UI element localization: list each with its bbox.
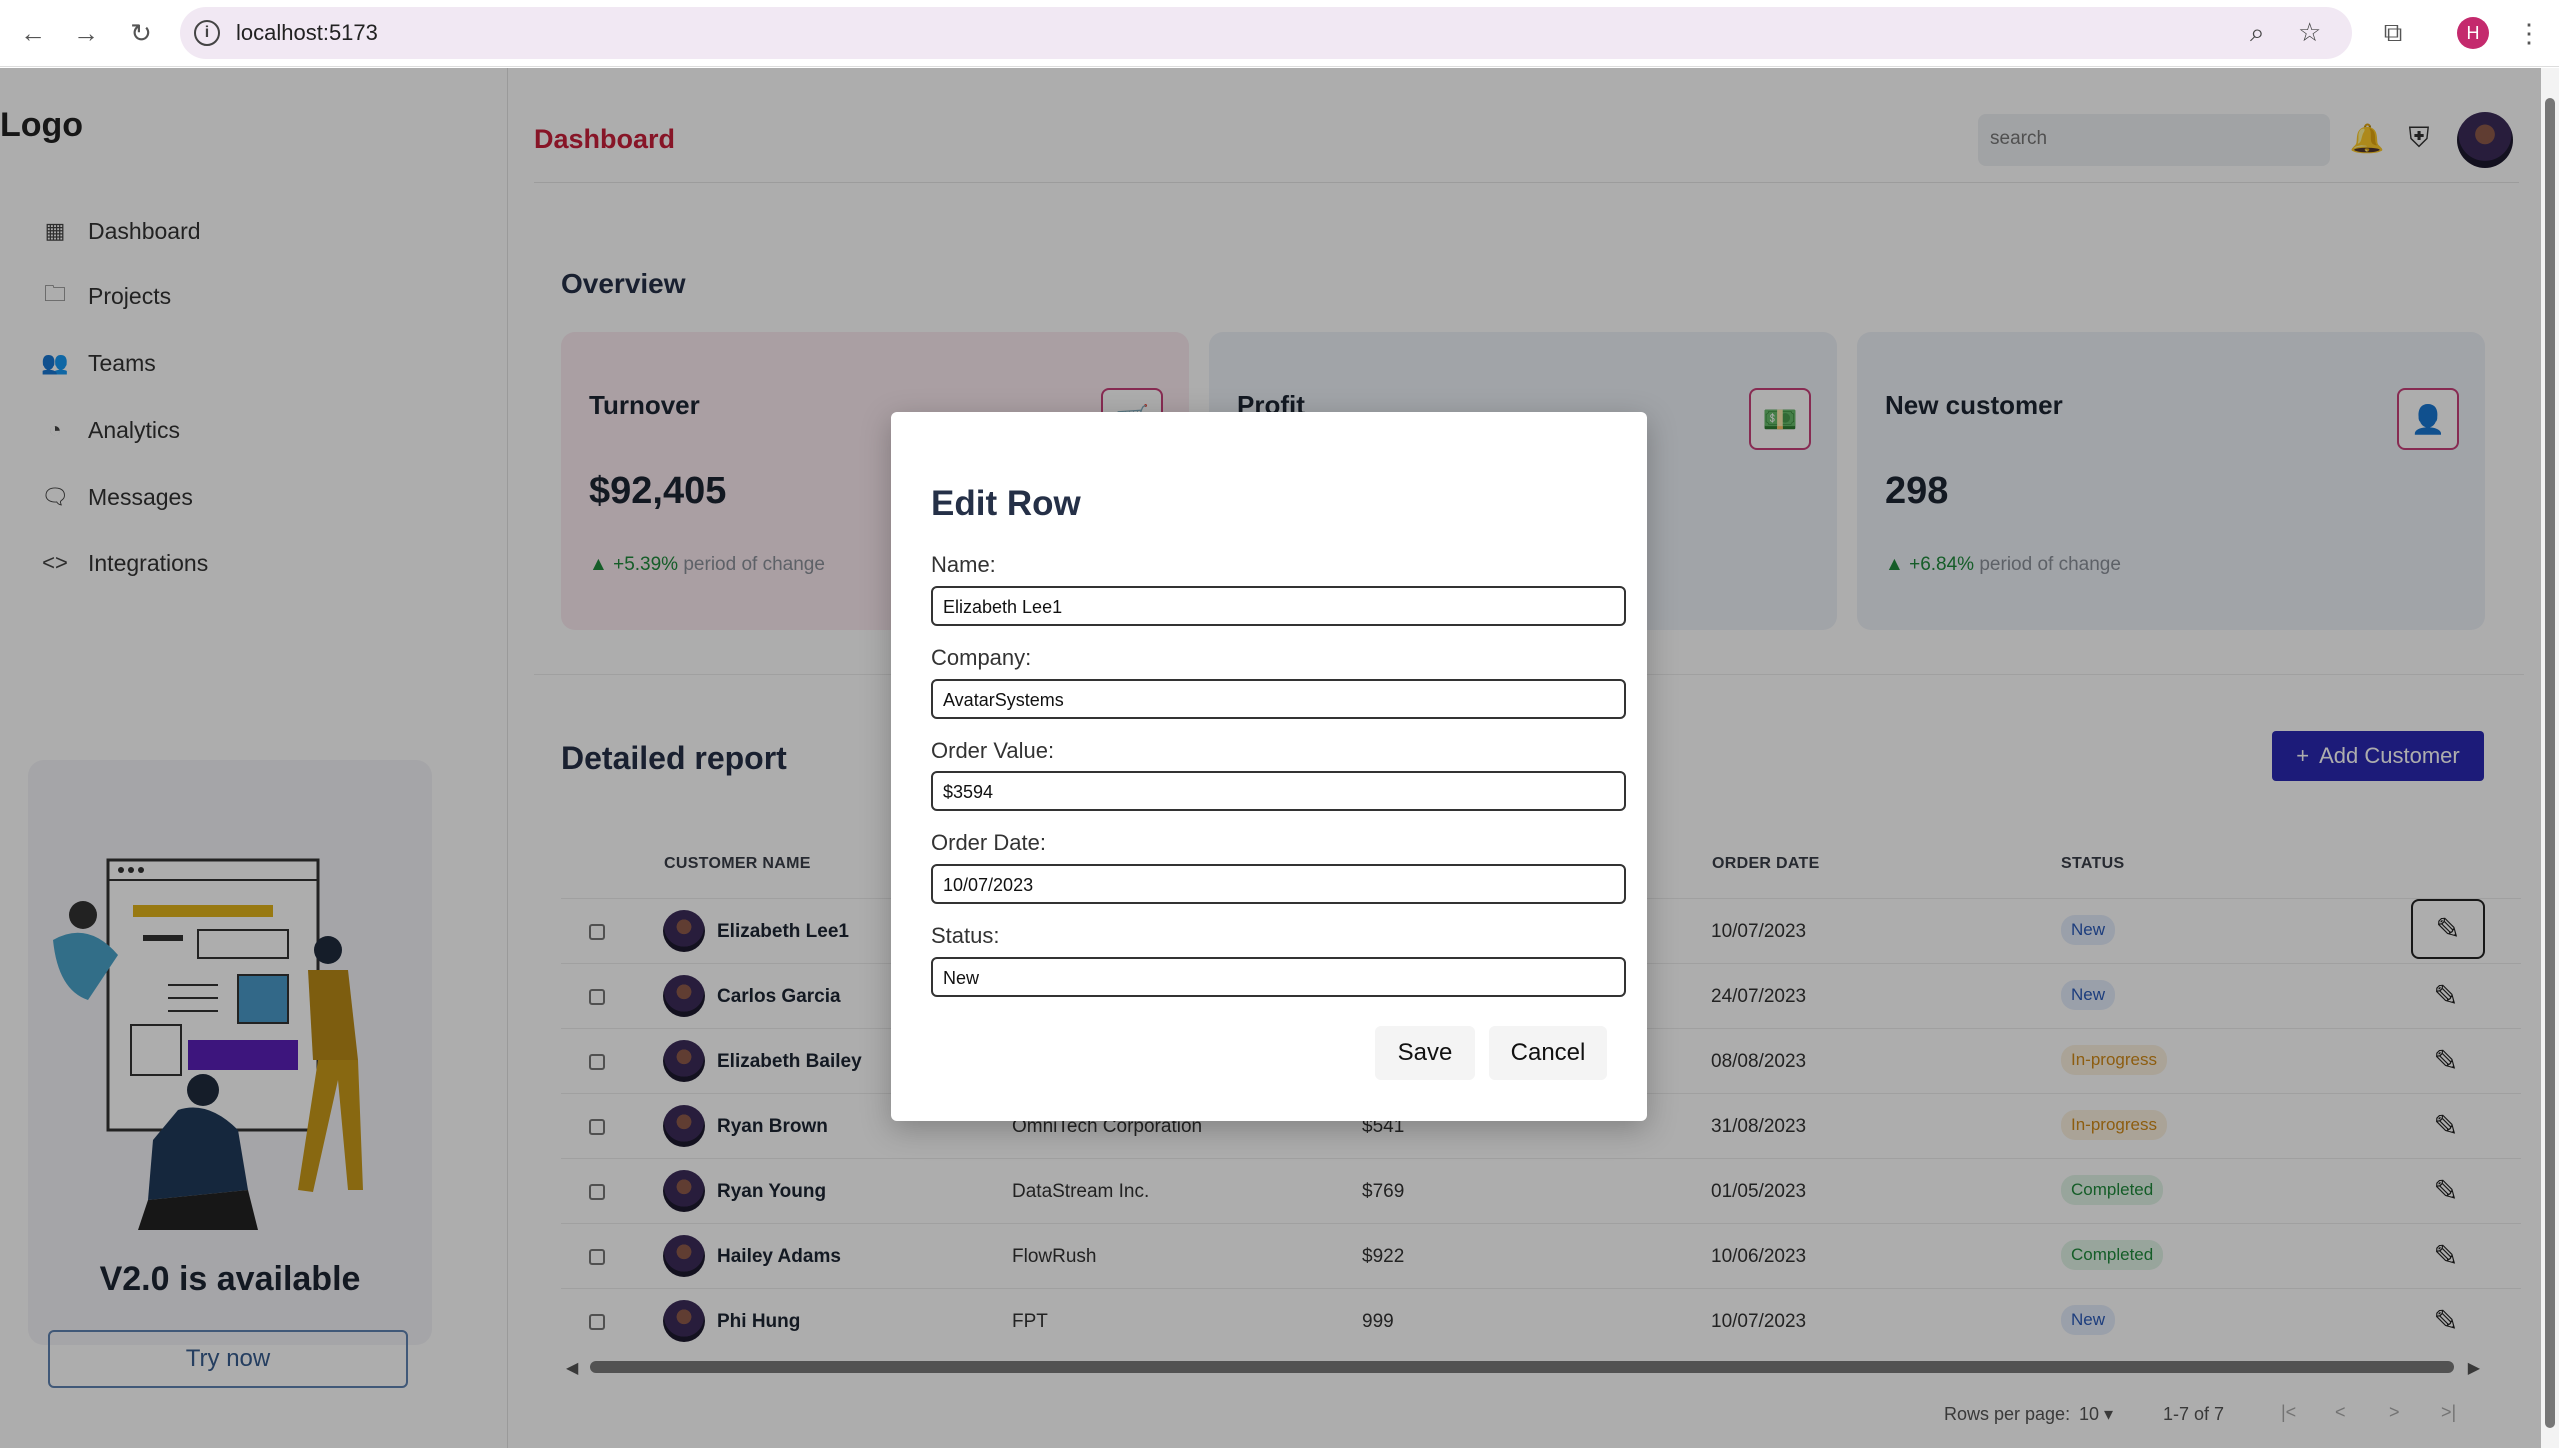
forward-icon[interactable]: → <box>67 14 105 52</box>
scrollbar-thumb[interactable] <box>2545 98 2555 1428</box>
name-label: Name: <box>931 552 996 577</box>
order-date-label: Order Date: <box>931 830 1046 855</box>
dialog-title: Edit Row <box>931 484 1081 523</box>
name-field[interactable]: Elizabeth Lee1 <box>931 586 1626 626</box>
site-info-icon[interactable]: i <box>194 20 220 46</box>
order-date-field[interactable]: 10/07/2023 <box>931 864 1626 904</box>
back-icon[interactable]: ← <box>14 14 52 52</box>
url-text[interactable]: localhost:5173 <box>236 20 378 46</box>
cancel-button[interactable]: Cancel <box>1489 1026 1607 1080</box>
save-button[interactable]: Save <box>1375 1026 1475 1080</box>
status-label: Status: <box>931 923 1000 948</box>
browser-toolbar: ← → ↻ i localhost:5173 ⌕ ☆ ⧉ H ⋮ <box>0 0 2559 67</box>
bookmark-star-icon[interactable]: ☆ <box>2298 17 2321 48</box>
status-field[interactable]: New <box>931 957 1626 997</box>
menu-kebab-icon[interactable]: ⋮ <box>2510 14 2548 52</box>
order-value-label: Order Value: <box>931 738 1055 763</box>
edit-row-dialog: Edit Row Name: Elizabeth Lee1 Company: A… <box>891 412 1647 1121</box>
company-field[interactable]: AvatarSystems <box>931 679 1626 719</box>
reload-icon[interactable]: ↻ <box>122 14 160 52</box>
company-label: Company: <box>931 645 1032 670</box>
profile-avatar[interactable]: H <box>2457 17 2489 49</box>
extensions-icon[interactable]: ⧉ <box>2374 14 2412 52</box>
address-bar[interactable]: i localhost:5173 ⌕ ☆ <box>180 7 2352 59</box>
vertical-scrollbar[interactable] <box>2541 68 2559 1448</box>
zoom-icon[interactable]: ⌕ <box>2250 17 2265 49</box>
order-value-field[interactable]: $3594 <box>931 771 1626 811</box>
